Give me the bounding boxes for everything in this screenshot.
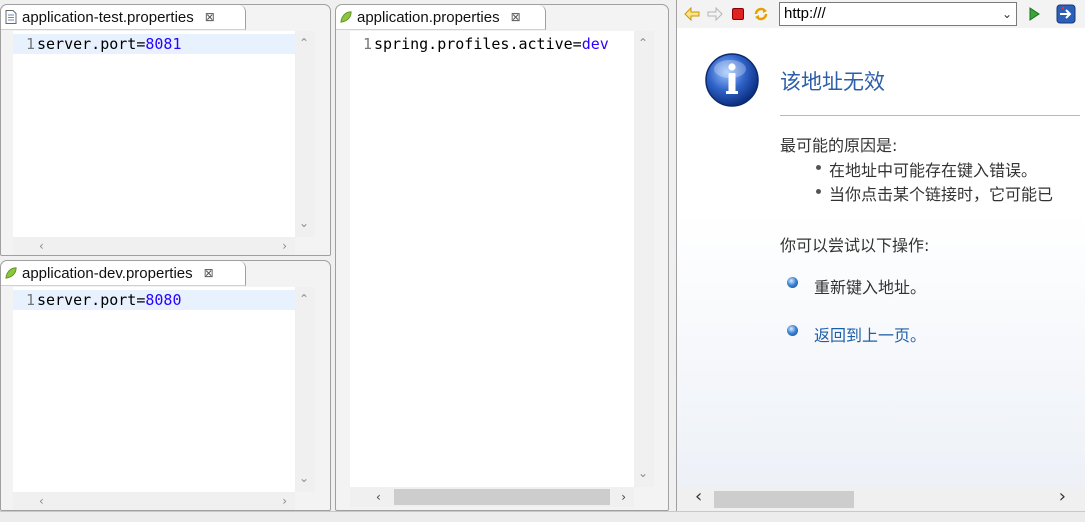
editor-text-area[interactable]: 1 server.port= 8081: [13, 31, 295, 237]
tab-label: application.properties: [357, 8, 500, 26]
go-back-link[interactable]: 返回到上一页。: [814, 322, 926, 346]
scroll-down-icon[interactable]: ⌄: [299, 472, 309, 484]
scroll-down-icon[interactable]: ⌄: [299, 217, 309, 229]
info-icon: [705, 53, 759, 107]
code-value: dev: [581, 35, 609, 53]
horizontal-scrollbar[interactable]: ‹ ›: [350, 487, 634, 507]
vertical-scrollbar[interactable]: ⌃ ⌄: [295, 287, 315, 492]
chevron-down-icon[interactable]: ⌄: [1002, 3, 1012, 25]
tab-application-properties[interactable]: application.properties ⊠: [336, 5, 546, 30]
scroll-left-icon[interactable]: ‹: [39, 495, 44, 507]
tab-label: application-dev.properties: [22, 264, 193, 282]
internal-browser: http:/// ⌄ 该地址无效 最可能的原因是: 在地址中可能存在键入错误。 …: [676, 0, 1085, 521]
back-arrow-icon[interactable]: [683, 5, 701, 23]
line-number: 1: [25, 35, 35, 53]
scroll-left-icon[interactable]: ‹: [39, 240, 44, 252]
code-key: server.port=: [37, 35, 146, 53]
reasons-heading: 最可能的原因是:: [780, 136, 898, 155]
code-line: 1 spring.profiles.active= dev: [350, 34, 634, 54]
status-strip: [0, 511, 1085, 522]
scroll-right-icon[interactable]: ›: [1059, 488, 1066, 506]
editor-text-area[interactable]: 1 spring.profiles.active= dev: [350, 31, 634, 487]
scroll-right-icon[interactable]: ›: [621, 491, 626, 503]
editor-pane-test: application-test.properties ⊠ 1 server.p…: [0, 4, 331, 256]
close-tab-icon[interactable]: ⊠: [205, 10, 215, 24]
reason-item: 当你点击某个链接时，它可能已: [829, 185, 1054, 204]
horizontal-scrollbar[interactable]: ‹ ›: [13, 492, 295, 510]
editor-text-area[interactable]: 1 server.port= 8080: [13, 287, 295, 492]
scroll-up-icon[interactable]: ⌃: [638, 37, 648, 49]
scroll-down-icon[interactable]: ⌄: [638, 467, 648, 479]
tab-application-dev-properties[interactable]: application-dev.properties ⊠: [1, 261, 246, 286]
line-number: 1: [25, 291, 35, 309]
scroll-right-icon[interactable]: ›: [282, 240, 287, 252]
code-line: 1 server.port= 8080: [13, 290, 295, 310]
tab-label: application-test.properties: [22, 8, 194, 26]
spring-leaf-icon: [340, 11, 352, 23]
action-retype-address: 重新键入地址。: [814, 278, 927, 297]
url-text: http:///: [784, 5, 826, 22]
error-title: 该地址无效: [780, 70, 885, 94]
vertical-scrollbar[interactable]: ⌃ ⌄: [295, 31, 315, 237]
stop-icon[interactable]: [729, 5, 747, 23]
reason-item: 在地址中可能存在键入错误。: [829, 161, 1038, 180]
browser-toolbar: http:/// ⌄: [677, 0, 1085, 28]
title-divider: [780, 115, 1080, 116]
code-line: 1 server.port= 8081: [13, 34, 295, 54]
close-tab-icon[interactable]: ⊠: [511, 10, 521, 24]
tab-application-test-properties[interactable]: application-test.properties ⊠: [1, 5, 246, 30]
code-value: 8080: [145, 291, 182, 309]
code-value: 8081: [145, 35, 182, 53]
horizontal-scrollbar[interactable]: ‹ ›: [13, 237, 295, 255]
scroll-up-icon[interactable]: ⌃: [299, 293, 309, 305]
line-number: 1: [362, 35, 372, 53]
scroll-left-icon[interactable]: ‹: [695, 488, 702, 506]
scroll-left-icon[interactable]: ‹: [376, 491, 381, 503]
bullet-ball-icon: [787, 277, 798, 288]
text-file-icon: [5, 10, 17, 24]
bullet-dot: [816, 189, 821, 194]
bullet-dot: [816, 165, 821, 170]
code-key: spring.profiles.active=: [374, 35, 582, 53]
bullet-ball-icon: [787, 325, 798, 336]
go-icon[interactable]: [1025, 5, 1043, 23]
browser-horizontal-scrollbar[interactable]: ‹ ›: [677, 488, 1085, 511]
scrollbar-thumb[interactable]: [714, 491, 854, 508]
forward-arrow-icon[interactable]: [706, 5, 724, 23]
scroll-up-icon[interactable]: ⌃: [299, 37, 309, 49]
spring-leaf-icon: [5, 267, 17, 279]
editor-pane-dev: application-dev.properties ⊠ 1 server.po…: [0, 260, 331, 511]
vertical-scrollbar[interactable]: ⌃ ⌄: [634, 31, 654, 487]
editor-pane-main: application.properties ⊠ 1 spring.profil…: [335, 4, 669, 511]
code-key: server.port=: [37, 291, 146, 309]
scrollbar-thumb[interactable]: [394, 489, 610, 505]
actions-heading: 你可以尝试以下操作:: [780, 236, 930, 255]
external-browser-icon[interactable]: [1055, 3, 1077, 25]
scroll-right-icon[interactable]: ›: [282, 495, 287, 507]
address-bar[interactable]: http:/// ⌄: [779, 2, 1017, 26]
error-page: 该地址无效 最可能的原因是: 在地址中可能存在键入错误。 当你点击某个链接时，它…: [677, 28, 1085, 488]
refresh-icon[interactable]: [752, 5, 770, 23]
close-tab-icon[interactable]: ⊠: [204, 266, 214, 280]
